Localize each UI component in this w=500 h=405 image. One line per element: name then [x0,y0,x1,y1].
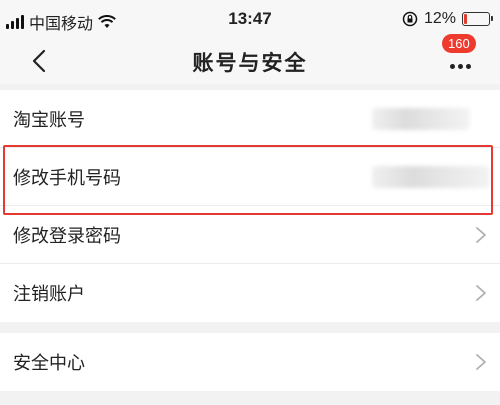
chevron-right-icon [476,285,486,301]
more-button[interactable] [450,50,474,74]
row-label: 注销账户 [13,284,85,305]
status-right: 12% [402,10,493,28]
obscured-value [372,108,470,130]
row-label: 淘宝账号 [13,109,85,131]
row-change-phone[interactable]: 修改手机号码 [0,148,500,206]
chevron-right-icon [476,227,486,243]
nav-bar: 账号与安全 [0,38,500,84]
row-delete-account[interactable]: 注销账户 [0,264,500,322]
battery-icon [462,12,493,26]
row-label: 修改手机号码 [13,167,121,189]
obscured-value [372,166,490,188]
row-label: 修改登录密码 [13,225,121,247]
more-dots-icon [450,64,471,69]
row-security-center[interactable]: 安全中心 [0,333,500,391]
row-label: 安全中心 [13,353,85,374]
page-title: 账号与安全 [192,51,308,75]
notification-badge: 160 [442,34,476,53]
account-settings-group: 淘宝账号 修改手机号码 修改登录密码 注销账户 [0,90,500,322]
status-bar: 中国移动 13:47 12% [0,0,500,38]
row-change-password[interactable]: 修改登录密码 [0,206,500,264]
security-group: 安全中心 [0,333,500,391]
chevron-right-icon [476,354,486,370]
battery-percent: 12% [423,10,456,27]
battery-fill [464,14,467,24]
row-taobao-account[interactable]: 淘宝账号 [0,90,500,148]
rotation-lock-icon [402,11,418,27]
